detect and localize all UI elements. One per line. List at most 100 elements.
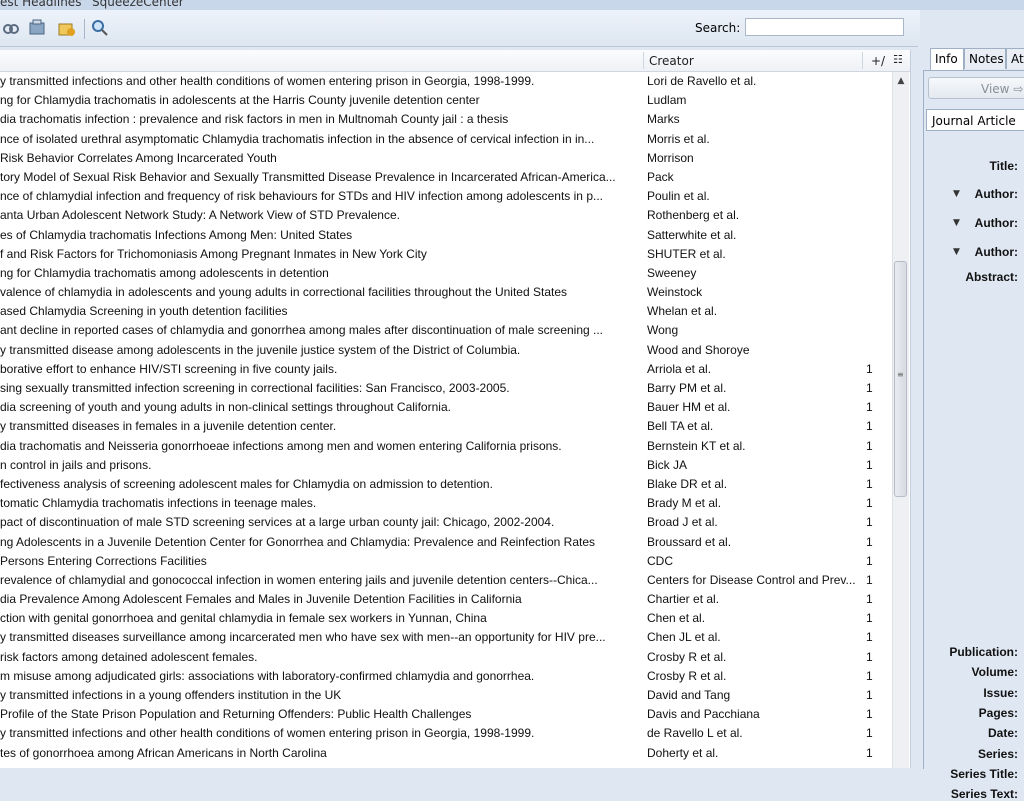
table-row[interactable]: dia trachomatis infection : prevalence a… [0, 110, 890, 129]
table-row[interactable]: ant decline in reported cases of chlamyd… [0, 321, 890, 340]
row-title: ased Chlamydia Screening in youth detent… [0, 304, 288, 319]
row-title: risk factors among detained adolescent f… [0, 649, 258, 664]
table-row[interactable]: nce of isolated urethral asymptomatic Ch… [0, 130, 890, 149]
list-scrollbar[interactable]: ▲ ≡ [892, 72, 909, 768]
row-creator: Chartier et al. [647, 592, 720, 607]
table-row[interactable]: tory Model of Sexual Risk Behavior and S… [0, 168, 890, 187]
table-row[interactable]: nce of chlamydial infection and frequenc… [0, 187, 890, 206]
table-row[interactable]: sing sexually transmitted infection scre… [0, 379, 890, 398]
row-count: 1 [866, 707, 873, 722]
expand-twisty-icon[interactable]: ▼ [953, 218, 960, 228]
row-title: y transmitted infections and other healt… [0, 726, 535, 741]
attachment-icon[interactable] [57, 19, 75, 37]
table-row[interactable]: y transmitted infections and other healt… [0, 72, 890, 91]
table-row[interactable]: m misuse among adjudicated girls: associ… [0, 667, 890, 686]
row-count: 1 [866, 668, 873, 683]
row-creator: Rothenberg et al. [647, 208, 740, 223]
table-row[interactable]: dia Prevalence Among Adolescent Females … [0, 590, 890, 609]
scrollbar-thumb[interactable]: ≡ [894, 261, 907, 497]
row-title: dia trachomatis and Neisseria gonorrhoea… [0, 438, 562, 453]
row-title: ng for Chlamydia trachomatis in adolesce… [0, 93, 480, 108]
expand-twisty-icon[interactable]: ▼ [953, 247, 960, 257]
table-row[interactable]: y transmitted disease among adolescents … [0, 341, 890, 360]
table-row[interactable]: dia trachomatis and Neisseria gonorrhoea… [0, 437, 890, 456]
table-row[interactable]: es of Chlamydia trachomatis Infections A… [0, 226, 890, 245]
link-icon[interactable] [2, 19, 20, 37]
row-title: sing sexually transmitted infection scre… [0, 381, 510, 395]
row-creator: Barry PM et al. [647, 381, 727, 395]
table-row[interactable]: borative effort to enhance HIV/STI scree… [0, 360, 890, 379]
table-row[interactable]: risk factors among detained adolescent f… [0, 648, 890, 667]
row-title: y transmitted infections and other healt… [0, 74, 535, 88]
row-creator: Morris et al. [647, 131, 710, 146]
row-title: borative effort to enhance HIV/STI scree… [0, 361, 338, 376]
column-picker-icon[interactable]: ☷ [893, 53, 903, 66]
table-row[interactable]: Persons Entering Corrections Facilities C… [0, 552, 890, 571]
column-header-count[interactable]: +/ [871, 54, 885, 68]
row-title: fectiveness analysis of screening adoles… [0, 476, 493, 491]
row-creator: SHUTER et al. [647, 246, 726, 261]
table-row[interactable]: y transmitted infections and other healt… [0, 724, 890, 743]
table-row[interactable]: ased Chlamydia Screening in youth detent… [0, 302, 890, 321]
table-row[interactable]: y transmitted infections in a young offe… [0, 686, 890, 705]
row-title: m misuse among adjudicated girls: associ… [0, 668, 535, 683]
row-creator: Sweeney [647, 265, 697, 280]
table-row[interactable]: fectiveness analysis of screening adoles… [0, 475, 890, 494]
tab-notes[interactable]: Notes [964, 48, 1006, 69]
row-title: Persons Entering Corrections Facilities [0, 553, 207, 568]
view-button-label: View [981, 82, 1010, 96]
row-creator: Chen et al. [647, 611, 706, 626]
tab-info[interactable]: Info [930, 48, 964, 71]
view-button[interactable]: View ⇨ [928, 77, 1024, 99]
field-label: Publication: [949, 645, 1018, 659]
row-creator: Morrison [647, 150, 694, 165]
toolbar-separator [84, 19, 85, 39]
table-row[interactable]: ng for Chlamydia trachomatis among adole… [0, 264, 890, 283]
table-row[interactable]: y transmitted diseases surveillance amon… [0, 628, 890, 647]
row-title: ction with genital gonorrhoea and genita… [0, 611, 487, 626]
table-row[interactable]: y transmitted diseases in females in a j… [0, 417, 890, 436]
row-title: ant decline in reported cases of chlamyd… [0, 323, 604, 338]
search-input[interactable] [745, 18, 904, 36]
table-row[interactable]: anta Urban Adolescent Network Study: A N… [0, 206, 890, 225]
row-title: nce of isolated urethral asymptomatic Ch… [0, 131, 595, 146]
row-count: 1 [866, 496, 873, 511]
row-creator: Poulin et al. [647, 189, 710, 204]
field-label: Date: [987, 726, 1018, 741]
item-type-select[interactable]: Journal Article [926, 109, 1024, 131]
scroll-up-arrow-icon[interactable]: ▲ [895, 75, 907, 87]
items-list[interactable]: Creator +/ ☷ y transmitted infections an… [0, 50, 911, 768]
table-row[interactable]: Risk Behavior Correlates Among Incarcera… [0, 149, 890, 168]
row-title: y transmitted infections in a young offe… [0, 688, 342, 702]
expand-twisty-icon[interactable]: ▼ [953, 189, 960, 199]
table-row[interactable]: tomatic Chlamydia trachomatis infections… [0, 494, 890, 513]
row-creator: Arriola et al. [647, 361, 712, 376]
row-count: 1 [866, 534, 873, 549]
table-row[interactable]: ng for Chlamydia trachomatis in adolesce… [0, 91, 890, 110]
field-label: Series: [977, 746, 1018, 761]
row-creator: Wood and Shoroye [647, 342, 750, 357]
window-subtitle: SqueezeCenter [92, 0, 184, 9]
table-row[interactable]: Profile of the State Prison Population a… [0, 705, 890, 724]
new-item-icon[interactable] [28, 19, 46, 37]
table-row[interactable]: ng Adolescents in a Juvenile Detention C… [0, 533, 890, 552]
table-row[interactable]: tes of gonorrhoea among African American… [0, 744, 890, 763]
column-header-creator[interactable]: Creator [649, 54, 694, 68]
row-creator: CDC [647, 553, 673, 568]
field-label: Issue: [983, 685, 1018, 700]
find-icon[interactable] [91, 19, 109, 37]
row-title: y transmitted disease among adolescents … [0, 342, 521, 357]
table-row[interactable]: ction with genital gonorrhoea and genita… [0, 609, 890, 628]
row-title: y transmitted diseases in females in a j… [0, 419, 337, 434]
field-label: Title: [989, 159, 1018, 173]
table-row[interactable]: pact of discontinuation of male STD scre… [0, 513, 890, 532]
table-row[interactable]: valence of chlamydia in adolescents and … [0, 283, 890, 302]
table-row[interactable]: dia screening of youth and young adults … [0, 398, 890, 417]
table-row[interactable]: n control in jails and prisons. Bick JA 1 [0, 456, 890, 475]
tab-attachments[interactable]: At [1006, 48, 1024, 69]
table-row[interactable]: f and Risk Factors for Trichomoniasis Am… [0, 245, 890, 264]
row-count: 1 [866, 457, 873, 472]
arrow-right-icon: ⇨ [1013, 82, 1024, 96]
row-creator: Marks [647, 112, 680, 127]
table-row[interactable]: revalence of chlamydial and gonococcal i… [0, 571, 890, 590]
